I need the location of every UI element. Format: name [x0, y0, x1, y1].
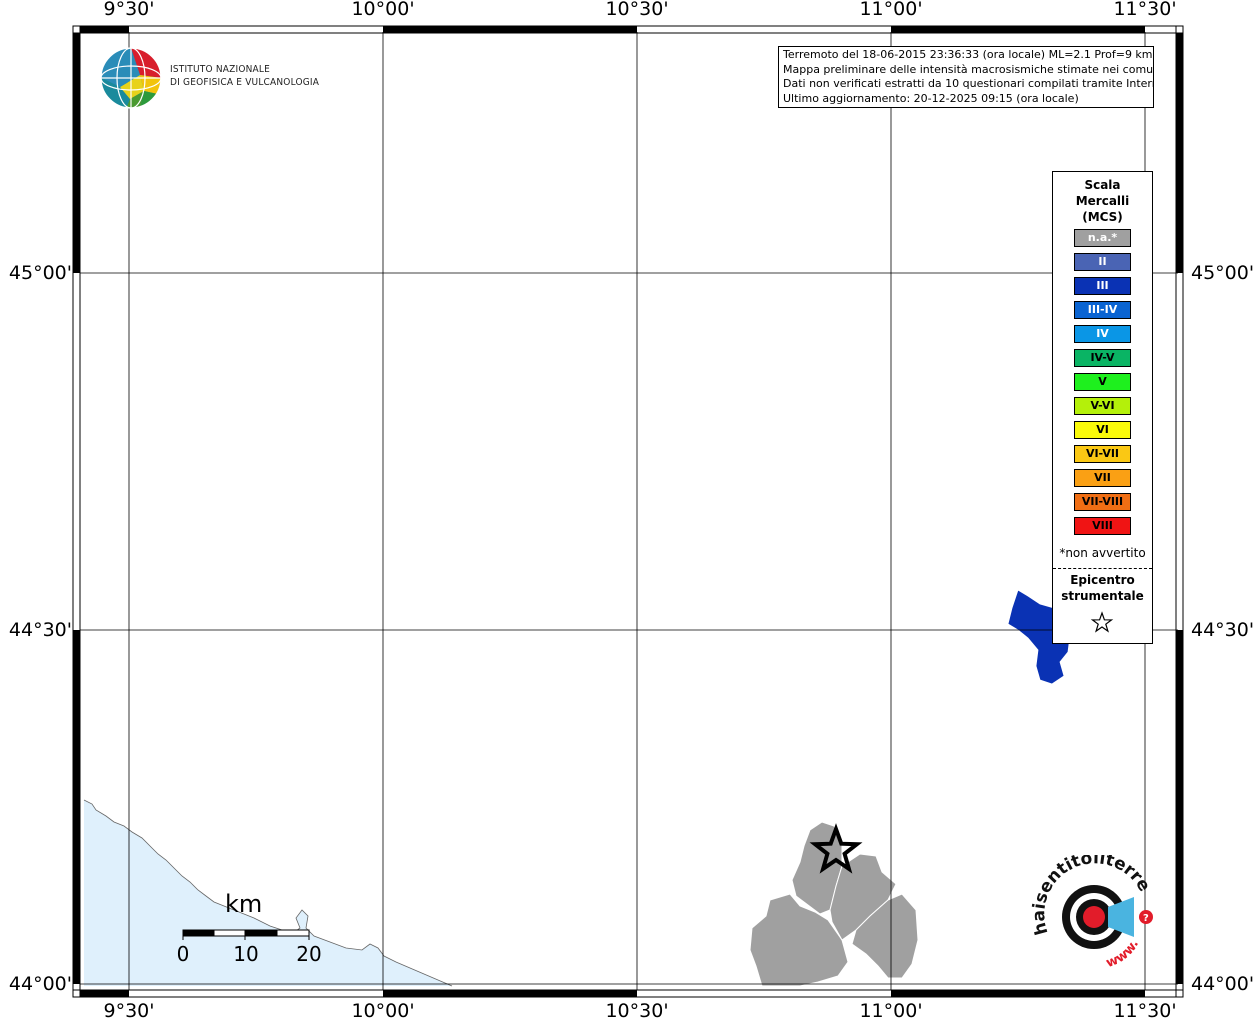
lon-tick-bottom: 10°00' — [351, 1000, 415, 1022]
legend-swatch: II — [1074, 253, 1131, 271]
legend-swatch: VII-VIII — [1074, 493, 1131, 511]
logo-line: DI GEOFISICA E VULCANOLOGIA — [170, 77, 320, 88]
event-info-line: Dati non verificati estratti da 10 quest… — [783, 77, 1154, 90]
scale-label: 20 — [296, 942, 322, 966]
event-info-line: Terremoto del 18-06-2015 23:36:33 (ora l… — [783, 48, 1153, 61]
legend-divider — [1053, 568, 1152, 569]
scale-label: 0 — [176, 942, 190, 966]
legend-swatch: III — [1074, 277, 1131, 295]
logo-line: ISTITUTO NAZIONALE — [170, 64, 270, 75]
lat-tick-right: 44°00' — [1191, 973, 1255, 995]
municipalities-not-felt — [749, 821, 919, 987]
legend-swatch: V — [1074, 373, 1131, 391]
intensity-legend: Scala Mercalli (MCS) n.a.* II III III-IV IV I… — [1052, 171, 1153, 644]
legend-swatch: IV-V — [1074, 349, 1131, 367]
lon-tick-bottom: 9°30' — [103, 1000, 155, 1022]
legend-swatch: V-VI — [1074, 397, 1131, 415]
globe-icon — [100, 47, 162, 109]
legend-swatch: IV — [1074, 325, 1131, 343]
legend-title-line: Mercalli — [1075, 194, 1130, 208]
lat-tick-right: 45°00' — [1191, 262, 1255, 284]
legend-note: *non avvertito — [1059, 546, 1146, 560]
lat-tick-left: 45°00' — [8, 262, 72, 284]
lon-tick-bottom: 11°00' — [859, 1000, 923, 1022]
event-info-box: Terremoto del 18-06-2015 23:36:33 (ora l… — [778, 46, 1154, 108]
map-frame — [72, 25, 1184, 998]
lat-tick-left: 44°00' — [8, 973, 72, 995]
legend-swatch: VII — [1074, 469, 1131, 487]
event-info-line: Ultimo aggiornamento: 20-12-2025 09:15 (… — [783, 91, 1079, 105]
scale-label: 10 — [233, 942, 259, 966]
legend-epicenter-label: Epicentro strumentale — [1053, 572, 1152, 604]
hai-sentito-logo: ? haisentitoilterremoto.it www. — [1021, 840, 1160, 980]
legend-swatch: VIII — [1074, 517, 1131, 535]
hai-sentito-logo-icon: ? haisentitoilterremoto.it www. — [1021, 840, 1154, 971]
intensity-map: 9°30' 10°00' 10°30' 11°00' 11°30' 9°30' … — [0, 0, 1255, 1024]
lat-tick-left: 44°30' — [8, 619, 72, 641]
lat-tick-right: 44°30' — [1191, 619, 1255, 641]
legend-title-line: (MCS) — [1082, 210, 1123, 224]
legend-title-line: Scala — [1084, 178, 1121, 192]
ingv-logo-text: ISTITUTO NAZIONALE DI GEOFISICA E VULCAN… — [170, 63, 319, 89]
lon-tick-top: 9°30' — [103, 0, 155, 20]
event-info-line: Mappa preliminare delle intensità macros… — [783, 62, 1154, 76]
svg-text:?: ? — [1143, 913, 1149, 924]
legend-swatch: III-IV — [1074, 301, 1131, 319]
legend-swatch: VI-VII — [1074, 445, 1131, 463]
legend-swatch: VI — [1074, 421, 1131, 439]
legend-swatch: n.a.* — [1074, 229, 1131, 247]
lon-tick-top: 11°30' — [1113, 0, 1177, 20]
epicenter-star-legend-icon — [1090, 611, 1114, 633]
scale-unit: km — [225, 890, 263, 918]
lon-tick-top: 10°00' — [351, 0, 415, 20]
legend-title: Scala Mercalli (MCS) — [1053, 177, 1152, 225]
lon-tick-bottom: 10°30' — [605, 1000, 669, 1022]
legend-epicenter-line: Epicentro — [1070, 573, 1135, 587]
ingv-logo: ISTITUTO NAZIONALE DI GEOFISICA E VULCAN… — [100, 47, 340, 111]
map-graticule — [80, 32, 1178, 990]
scale-bar: km 0 10 20 — [175, 890, 335, 970]
lon-tick-top: 11°00' — [859, 0, 923, 20]
lon-tick-top: 10°30' — [605, 0, 669, 20]
lon-tick-bottom: 11°30' — [1113, 1000, 1177, 1022]
legend-epicenter-line: strumentale — [1061, 589, 1144, 603]
